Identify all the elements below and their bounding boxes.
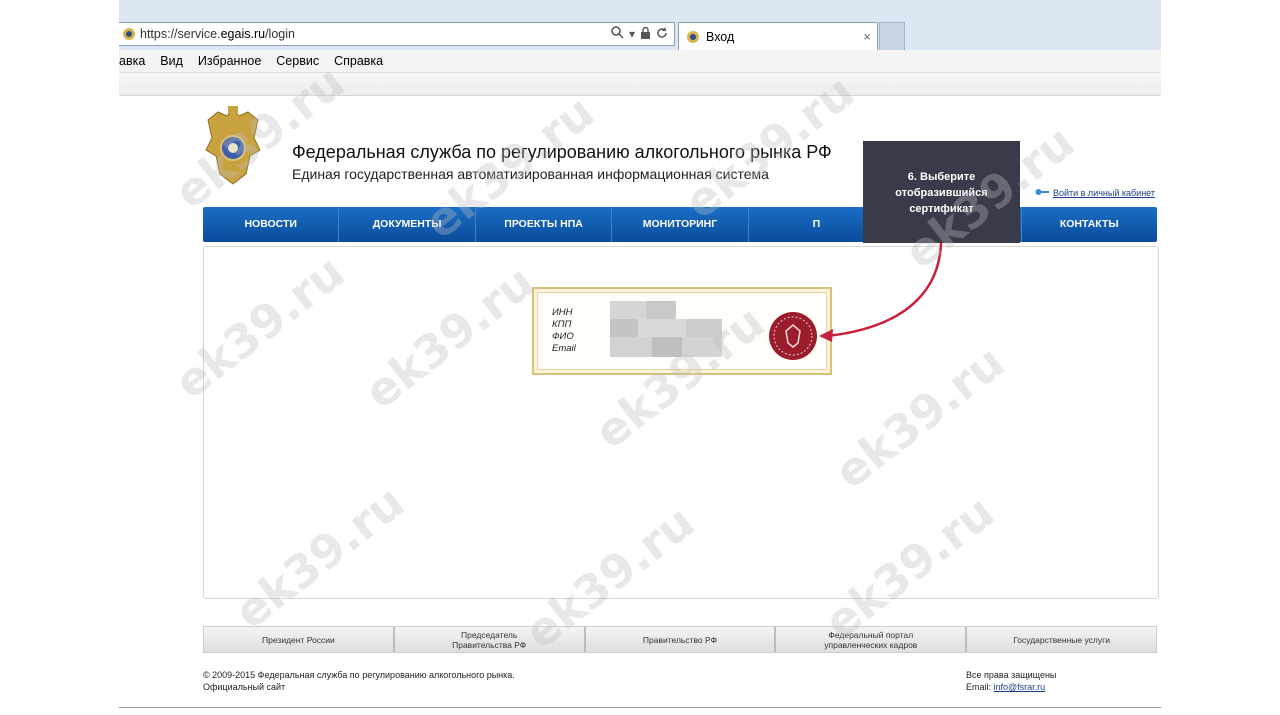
lock-icon[interactable] [640, 26, 651, 42]
key-icon [1035, 188, 1049, 198]
site-title: Федеральная служба по регулированию алко… [292, 142, 832, 162]
command-bar [119, 73, 1161, 96]
new-tab-button[interactable] [879, 22, 905, 50]
address-bar[interactable]: https://service.egais.ru/login ▾ [119, 22, 675, 46]
callout-line-1: 6. Выберите [907, 171, 976, 183]
cert-label-email: Email [552, 343, 576, 354]
menu-item-edit[interactable]: авка [119, 54, 145, 68]
bottom-divider [119, 707, 1161, 708]
dropdown-arrow-icon[interactable]: ▾ [629, 27, 635, 41]
site-subtitle: Единая государственная автоматизированна… [292, 166, 769, 182]
menu-item-favorites[interactable]: Избранное [198, 54, 261, 68]
certificate-card[interactable]: ИНН КПП ФИО Email [532, 287, 832, 375]
nav-item-monitoring[interactable]: МОНИТОРИНГ [612, 207, 749, 242]
menu-item-tools[interactable]: Сервис [276, 54, 319, 68]
tab-favicon-icon [685, 29, 701, 45]
cert-label-kpp: КПП [552, 319, 572, 330]
certificate-seal-icon [768, 311, 818, 361]
email-link[interactable]: info@fsrar.ru [994, 682, 1046, 692]
copyright-line-1: © 2009-2015 Федеральная служба по регули… [203, 670, 515, 680]
browser-chrome: https://service.egais.ru/login ▾ Вход × … [119, 0, 1161, 96]
browser-tab-active[interactable]: Вход × [678, 22, 878, 50]
menu-bar: авка Вид Избранное Сервис Справка [119, 50, 1161, 73]
login-link-label: Войти в личный кабинет [1052, 188, 1155, 198]
nav-item-documents[interactable]: ДОКУМЕНТЫ [339, 207, 476, 242]
callout-line-3: сертификат [909, 203, 974, 215]
url-text[interactable]: https://service.egais.ru/login [140, 27, 611, 41]
instruction-callout: 6. Выберите отобразившийся сертификат [863, 141, 1020, 243]
nav-item-contacts[interactable]: КОНТАКТЫ [1022, 207, 1157, 242]
close-tab-icon[interactable]: × [863, 29, 871, 44]
footer-rights: Все права защищены Email: info@fsrar.ru [966, 669, 1056, 693]
footer-copyright: © 2009-2015 Федеральная служба по регули… [203, 669, 515, 693]
footer-link-gosuslugi[interactable]: Государственные услуги [967, 627, 1156, 652]
callout-line-2: отобразившийся [895, 187, 988, 199]
nav-item-news[interactable]: НОВОСТИ [203, 207, 340, 242]
menu-item-view[interactable]: Вид [160, 54, 183, 68]
footer-links: Президент России Председатель Правительст… [203, 626, 1157, 653]
menu-item-help[interactable]: Справка [334, 54, 383, 68]
certificate-card-inner: ИНН КПП ФИО Email [537, 292, 827, 370]
cert-label-inn: ИНН [552, 307, 573, 318]
site-favicon-icon [121, 26, 137, 42]
footer-link-president[interactable]: Президент России [204, 627, 395, 652]
rights-line: Все права защищены [966, 670, 1057, 680]
footer-link-chairman[interactable]: Председатель Правительства РФ [395, 627, 586, 652]
url-prefix: https://service. [140, 27, 221, 41]
search-icon[interactable] [611, 26, 624, 42]
certificate-redacted-values [610, 301, 722, 357]
url-path: /login [265, 27, 295, 41]
url-domain: egais.ru [220, 27, 266, 41]
main-content-panel: ИНН КПП ФИО Email [203, 246, 1159, 599]
cert-label-fio: ФИО [552, 331, 574, 342]
certificate-labels: ИНН КПП ФИО Email [552, 307, 576, 355]
web-page: Федеральная служба по регулированию алко… [119, 96, 1161, 715]
footer-link-government[interactable]: Правительство РФ [586, 627, 777, 652]
coat-of-arms-icon[interactable] [204, 104, 262, 192]
nav-item-npa-projects[interactable]: ПРОЕКТЫ НПА [476, 207, 613, 242]
footer-link-personnel-portal[interactable]: Федеральный портал управленческих кадров [776, 627, 968, 652]
email-label: Email: [966, 682, 994, 692]
login-cabinet-link[interactable]: Войти в личный кабинет [1035, 188, 1155, 198]
tab-title: Вход [706, 29, 735, 44]
copyright-line-2: Официальный сайт [203, 682, 286, 692]
refresh-icon[interactable] [656, 26, 668, 42]
